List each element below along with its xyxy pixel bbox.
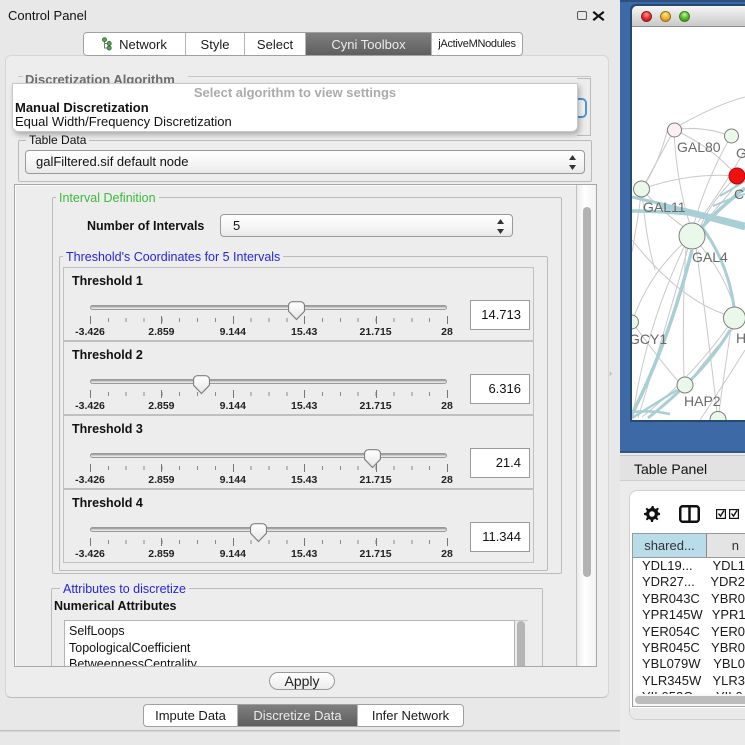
svg-text:C: C bbox=[734, 186, 744, 202]
svg-text:GAL4: GAL4 bbox=[692, 249, 728, 265]
svg-text:HAP2: HAP2 bbox=[684, 393, 721, 409]
svg-text:G.: G. bbox=[736, 145, 745, 161]
svg-text:GAL80: GAL80 bbox=[677, 139, 721, 155]
svg-text:GAL11: GAL11 bbox=[643, 199, 686, 215]
svg-text:GCY1: GCY1 bbox=[632, 331, 667, 347]
svg-text:H: H bbox=[736, 330, 745, 346]
